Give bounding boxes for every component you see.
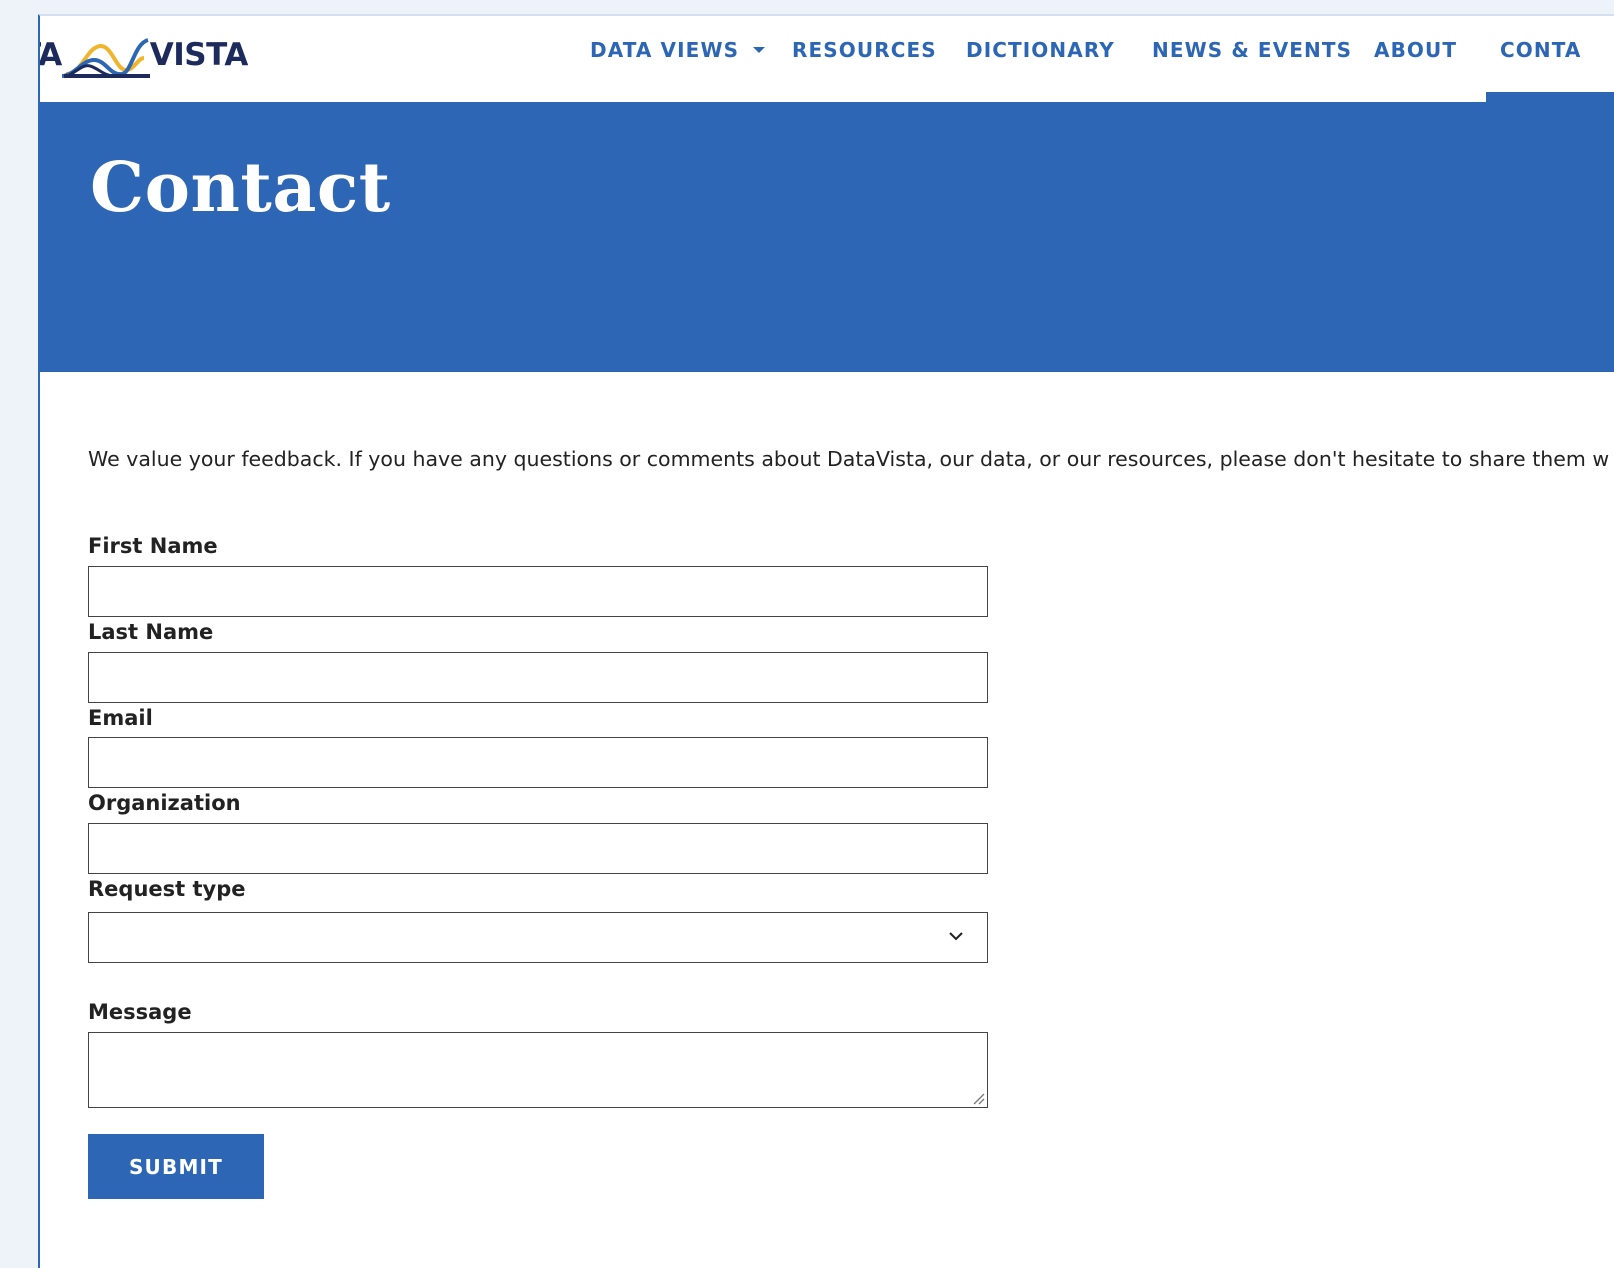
organization-label: Organization (88, 791, 241, 815)
browser-viewport: TA VISTA DATA VIEWS RESOURCES DICTIONARY… (38, 14, 1614, 1268)
page-hero (40, 102, 1614, 372)
site-logo[interactable]: TA VISTA (38, 30, 248, 80)
nav-item-dictionary[interactable]: DICTIONARY (966, 36, 1115, 64)
logo-text-right: VISTA (149, 37, 248, 73)
page-title: Contact (90, 148, 391, 228)
submit-button[interactable]: SUBMIT (88, 1134, 264, 1199)
intro-text: We value your feedback. If you have any … (88, 447, 1610, 471)
nav-item-news-events[interactable]: NEWS & EVENTS (1152, 36, 1352, 64)
email-field[interactable] (88, 737, 988, 788)
last-name-field[interactable] (88, 652, 988, 703)
first-name-field[interactable] (88, 566, 988, 617)
message-label: Message (88, 1000, 192, 1024)
request-type-label: Request type (88, 877, 246, 901)
caret-down-icon (753, 46, 766, 53)
chevron-down-icon (949, 932, 963, 941)
nav-item-resources[interactable]: RESOURCES (792, 36, 937, 64)
nav-item-contact[interactable]: CONTA (1500, 36, 1582, 64)
nav-item-data-views[interactable]: DATA VIEWS (590, 36, 766, 64)
last-name-label: Last Name (88, 620, 214, 644)
nav-item-label: DATA VIEWS (590, 38, 740, 62)
site-header: TA VISTA DATA VIEWS RESOURCES DICTIONARY… (40, 16, 1614, 104)
email-label: Email (88, 706, 153, 730)
nav-item-about[interactable]: ABOUT (1374, 36, 1457, 64)
resize-handle-icon[interactable] (971, 1091, 985, 1105)
logo-text-left: TA (38, 37, 62, 73)
organization-field[interactable] (88, 823, 988, 874)
mountain-logo-icon (61, 38, 150, 78)
message-textarea[interactable] (88, 1032, 988, 1108)
first-name-label: First Name (88, 534, 218, 558)
request-type-select[interactable] (88, 912, 988, 963)
